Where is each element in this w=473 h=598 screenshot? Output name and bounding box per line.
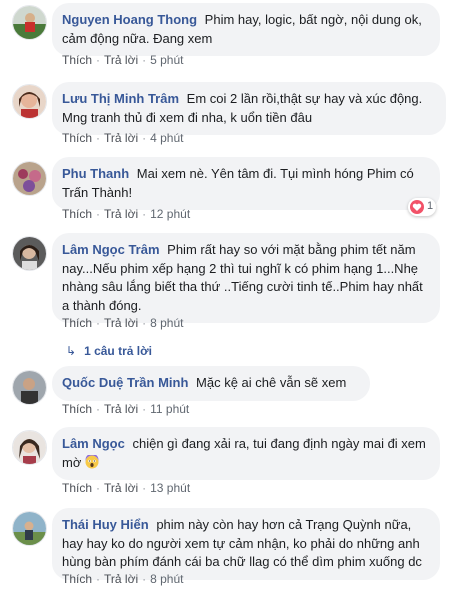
- comment-author[interactable]: Nguyen Hoang Thong: [62, 12, 197, 27]
- replies-count[interactable]: 1 câu trả lời: [84, 344, 152, 358]
- like-button[interactable]: Thích: [62, 131, 92, 145]
- comment-text: Mặc kệ ai chê vẫn sẽ xem: [196, 375, 347, 390]
- avatar[interactable]: [12, 511, 47, 546]
- comment-timestamp[interactable]: 4 phút: [150, 131, 183, 145]
- like-button[interactable]: Thích: [62, 316, 92, 330]
- comment-bubble: Quốc Duệ Trần Minh Mặc kệ ai chê vẫn sẽ …: [52, 366, 370, 401]
- reply-arrow-icon: ↳: [66, 344, 77, 358]
- reply-button[interactable]: Trả lời: [104, 316, 138, 330]
- comment-author[interactable]: Phu Thanh: [62, 166, 129, 181]
- comment-author[interactable]: Lâm Ngọc: [62, 436, 125, 451]
- avatar[interactable]: [12, 84, 47, 119]
- like-button[interactable]: Thích: [62, 53, 92, 67]
- like-button[interactable]: Thích: [62, 481, 92, 495]
- reaction-count: 1: [427, 200, 434, 212]
- comment-bubble: Lâm Ngọc Trâm Phim rất hay so với mặt bằ…: [52, 233, 440, 323]
- comment-actions: Thích · Trả lời · 12 phút: [62, 207, 191, 221]
- comment-bubble: Lưu Thị Minh Trâm Em coi 2 lần rồi,thật …: [52, 82, 446, 135]
- comment-bubble: Thái Huy Hiển phim này còn hay hơn cả Tr…: [52, 508, 440, 580]
- comment-author[interactable]: Lâm Ngọc Trâm: [62, 242, 160, 257]
- comment-author[interactable]: Quốc Duệ Trần Minh: [62, 375, 188, 390]
- comment-actions: Thích · Trả lời · 5 phút: [62, 53, 184, 67]
- comment-actions: Thích · Trả lời · 13 phút: [62, 481, 191, 495]
- comment-timestamp[interactable]: 11 phút: [150, 402, 189, 416]
- comment-timestamp[interactable]: 8 phút: [150, 572, 183, 586]
- view-replies-link[interactable]: ↳ 1 câu trả lời: [66, 344, 152, 358]
- shocked-face-icon: [85, 453, 99, 469]
- comment-bubble: Lâm Ngọc chiện gì đang xải ra, tui đang …: [52, 427, 440, 480]
- heart-icon: [410, 200, 424, 214]
- avatar[interactable]: [12, 5, 47, 40]
- comment-author[interactable]: Thái Huy Hiển: [62, 517, 149, 532]
- reply-button[interactable]: Trả lời: [104, 53, 138, 67]
- comment-actions: Thích · Trả lời · 8 phút: [62, 316, 184, 330]
- comment-author[interactable]: Lưu Thị Minh Trâm: [62, 91, 179, 106]
- comment-bubble: Nguyen Hoang Thong Phim hay, logic, bất …: [52, 3, 440, 56]
- comment-timestamp[interactable]: 12 phút: [150, 207, 190, 221]
- avatar[interactable]: [12, 161, 47, 196]
- avatar[interactable]: [12, 236, 47, 271]
- comment-actions: Thích · Trả lời · 8 phút: [62, 572, 184, 586]
- like-button[interactable]: Thích: [62, 402, 92, 416]
- comment-timestamp[interactable]: 8 phút: [150, 316, 183, 330]
- like-button[interactable]: Thích: [62, 572, 92, 586]
- reaction-badge[interactable]: 1: [408, 198, 436, 216]
- like-button[interactable]: Thích: [62, 207, 92, 221]
- avatar[interactable]: [12, 430, 47, 465]
- reply-button[interactable]: Trả lời: [104, 481, 138, 495]
- comment-actions: Thích · Trả lời · 11 phút: [62, 402, 190, 416]
- comment-actions: Thích · Trả lời · 4 phút: [62, 131, 184, 145]
- comment-bubble: Phu Thanh Mai xem nè. Yên tâm đi. Tụi mì…: [52, 157, 440, 210]
- reply-button[interactable]: Trả lời: [104, 207, 138, 221]
- reply-button[interactable]: Trả lời: [104, 572, 138, 586]
- comment-timestamp[interactable]: 13 phút: [150, 481, 190, 495]
- reply-button[interactable]: Trả lời: [104, 131, 138, 145]
- reply-button[interactable]: Trả lời: [104, 402, 138, 416]
- avatar[interactable]: [12, 370, 47, 405]
- comment-timestamp[interactable]: 5 phút: [150, 53, 183, 67]
